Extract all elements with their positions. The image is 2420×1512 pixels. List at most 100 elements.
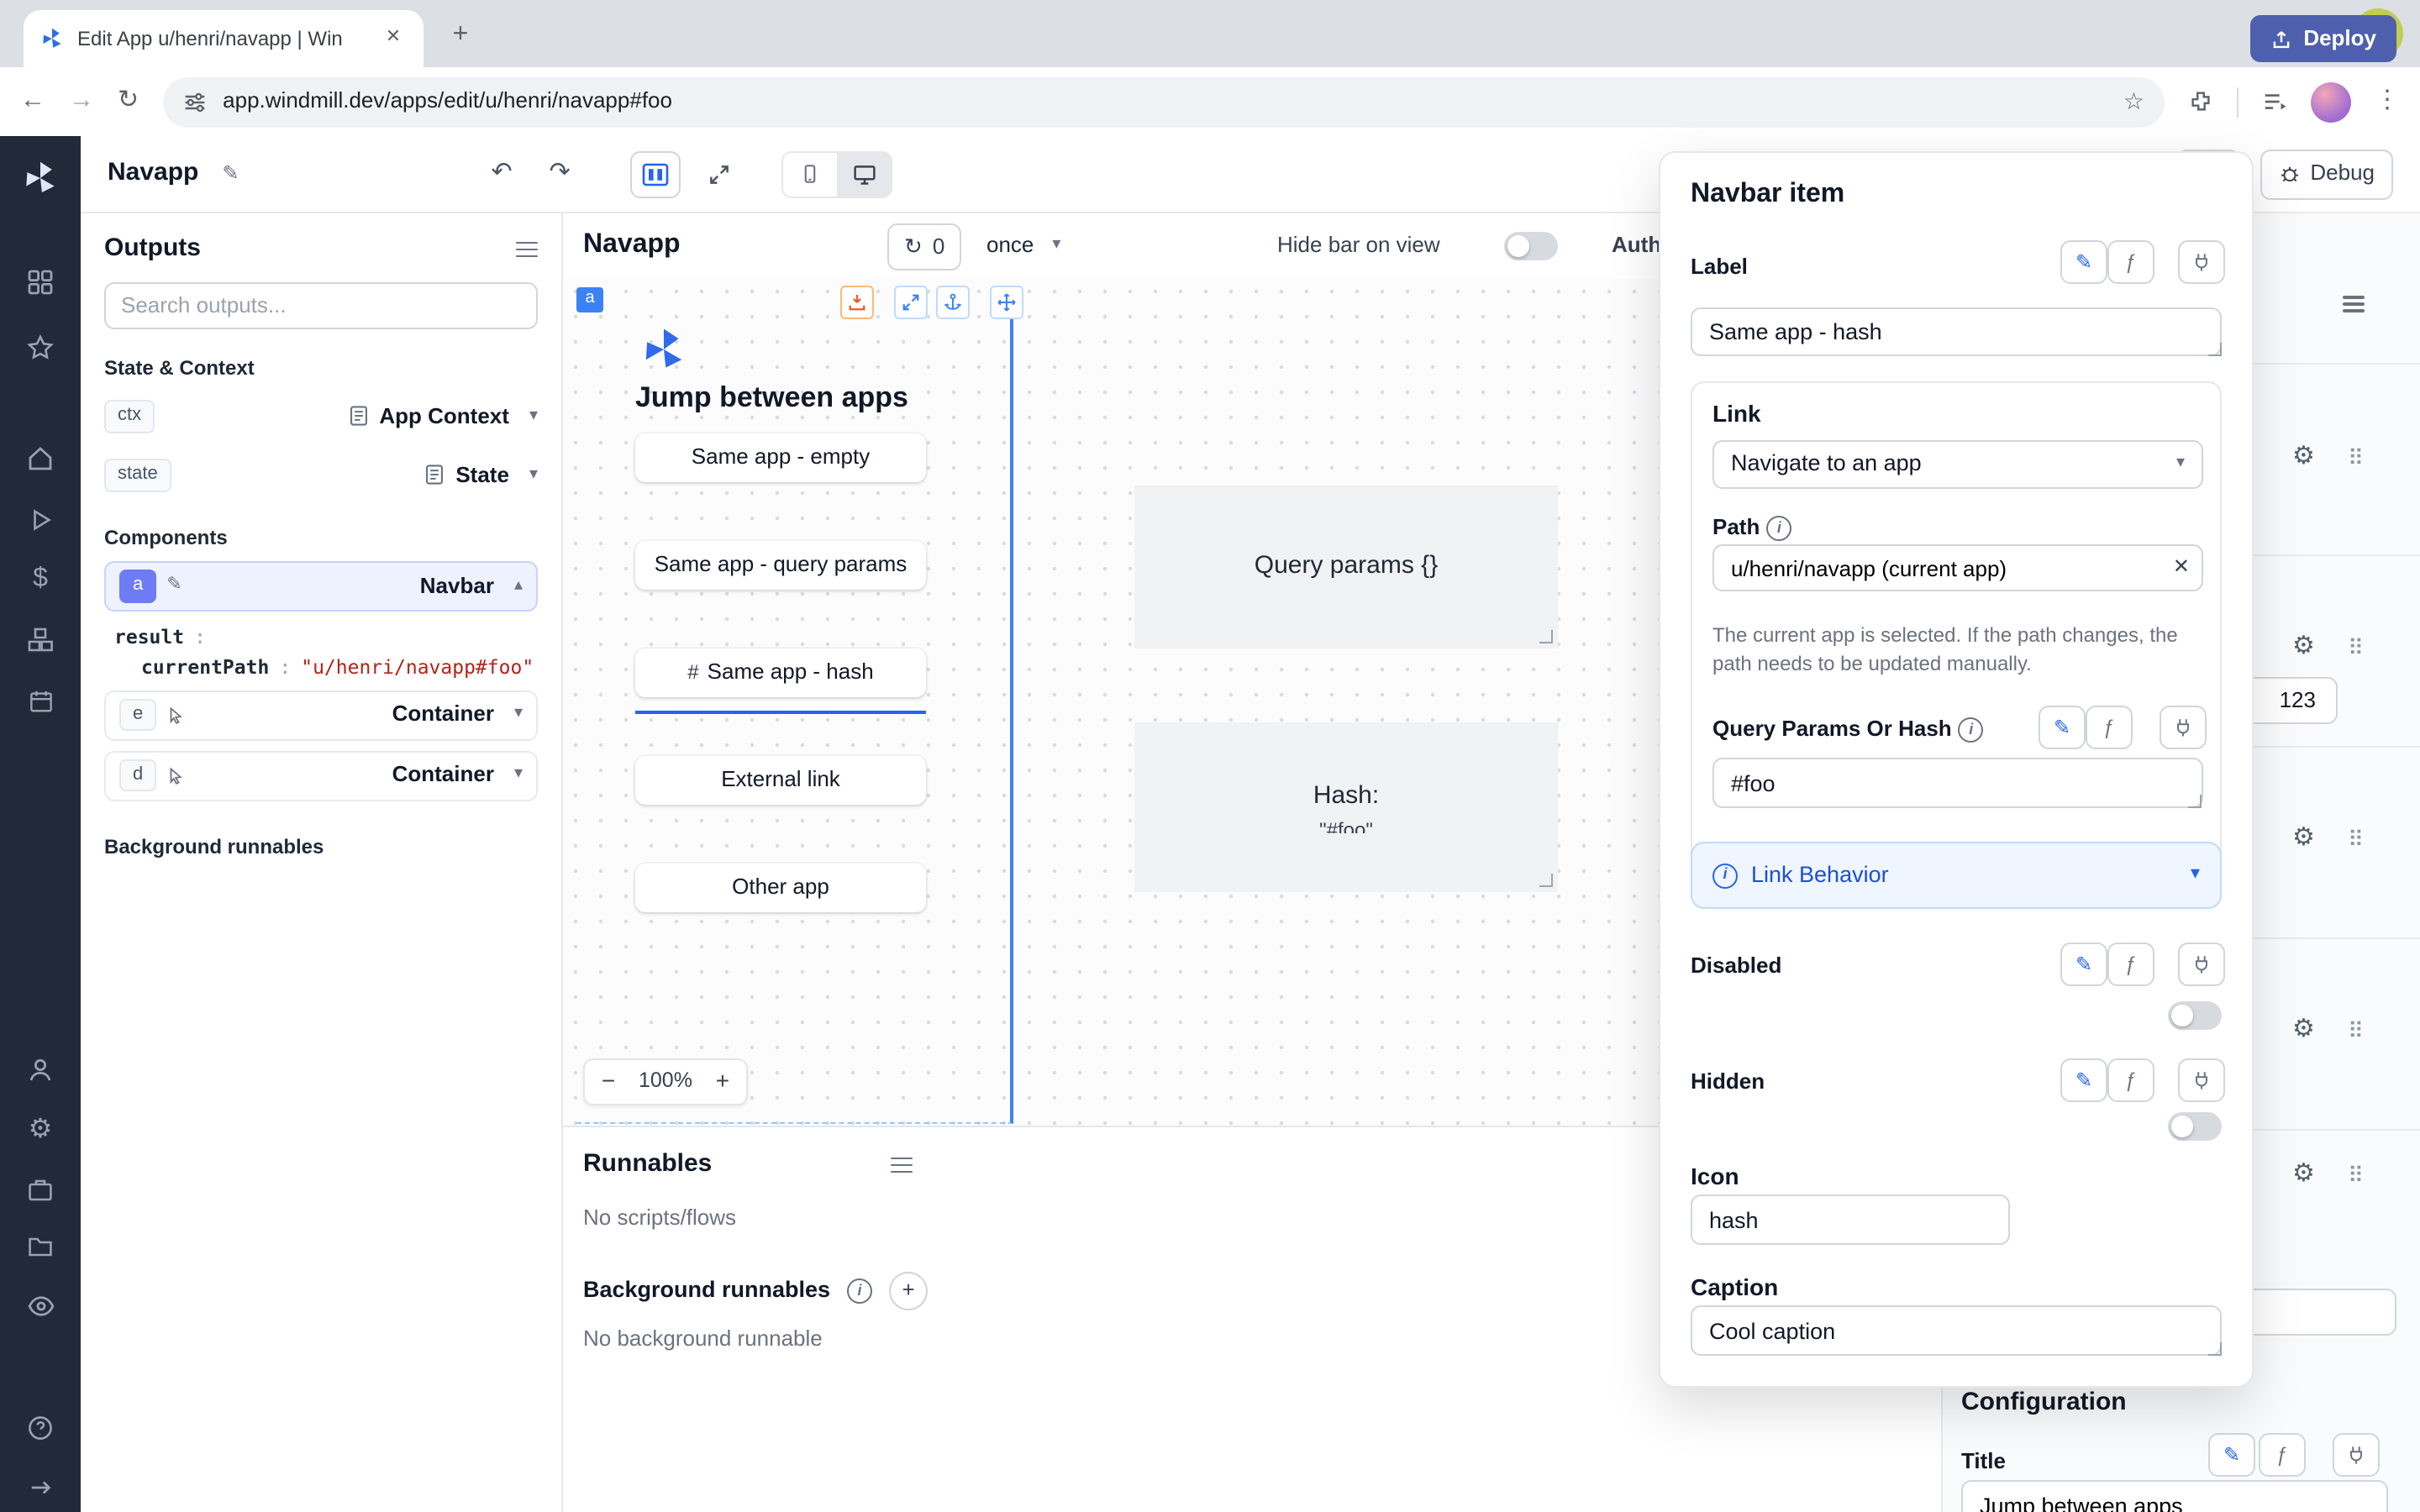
query-params-box[interactable]: Query params {} xyxy=(1134,486,1558,648)
folders-icon[interactable] xyxy=(0,1225,81,1268)
nav-button-same-app-hash[interactable]: # Same app - hash xyxy=(635,648,926,697)
windmill-logo[interactable] xyxy=(22,160,59,197)
help-icon[interactable] xyxy=(0,1406,81,1450)
chevron-down-icon[interactable]: ▾ xyxy=(529,406,538,427)
tab-close-icon[interactable]: ✕ xyxy=(380,25,407,52)
gear-icon[interactable]: ⚙ xyxy=(2292,632,2315,664)
hide-bar-toggle[interactable] xyxy=(1504,232,1558,260)
info-icon[interactable]: i xyxy=(847,1278,872,1304)
profile-avatar[interactable] xyxy=(2311,81,2351,122)
back-icon[interactable]: ← xyxy=(20,86,45,118)
insert-component-icon[interactable] xyxy=(840,286,874,319)
nav-button-query-params[interactable]: Same app - query params xyxy=(635,541,926,590)
function-mode-button[interactable]: ƒ xyxy=(2107,942,2154,986)
variables-dollar-icon[interactable]: $ xyxy=(0,558,81,601)
chevron-down-icon[interactable]: ▾ xyxy=(514,765,523,786)
reload-icon[interactable]: ↻ xyxy=(118,86,139,118)
extensions-icon[interactable] xyxy=(2188,89,2213,114)
component-row-container-d[interactable]: d Container ▾ xyxy=(104,750,538,801)
browser-menu-icon[interactable]: ⋮ xyxy=(2375,86,2400,118)
undo-icon[interactable]: ↶ xyxy=(492,158,513,190)
disabled-toggle[interactable] xyxy=(2168,1001,2222,1030)
pencil-mode-button[interactable]: ✎ xyxy=(2060,240,2107,284)
debug-button[interactable]: Debug xyxy=(2260,149,2393,199)
pencil-mode-button[interactable]: ✎ xyxy=(2039,706,2086,749)
search-outputs-input[interactable] xyxy=(104,282,538,329)
gear-icon[interactable]: ⚙ xyxy=(2292,1015,2315,1047)
runs-play-icon[interactable] xyxy=(0,497,81,541)
settings-gear-icon[interactable]: ⚙ xyxy=(0,1109,81,1152)
gear-icon[interactable]: ⚙ xyxy=(2292,1159,2315,1191)
apps-grid-icon[interactable] xyxy=(0,260,81,304)
workers-briefcase-icon[interactable] xyxy=(0,1168,81,1211)
function-mode-button[interactable]: ƒ xyxy=(2086,706,2133,749)
nav-button-external-link[interactable]: External link xyxy=(635,756,926,805)
media-queue-icon[interactable] xyxy=(2262,89,2287,114)
layout-columns-button[interactable] xyxy=(631,150,681,197)
gear-icon[interactable]: ⚙ xyxy=(2292,823,2315,855)
nav-button-other-app[interactable]: Other app xyxy=(635,864,926,912)
pencil-mode-button[interactable]: ✎ xyxy=(2208,1433,2255,1477)
gear-icon[interactable]: ⚙ xyxy=(2292,442,2315,474)
component-row-navbar[interactable]: a ✎ Navbar ▴ xyxy=(104,561,538,612)
move-component-icon[interactable] xyxy=(990,286,1023,319)
refresh-counter[interactable]: ↻ 0 xyxy=(887,223,961,270)
expand-component-icon[interactable] xyxy=(894,286,928,319)
ctx-row[interactable]: ctx App Context ▾ xyxy=(104,393,538,440)
hidden-toggle[interactable] xyxy=(2168,1112,2222,1141)
anchor-component-icon[interactable] xyxy=(936,286,970,319)
pencil-icon[interactable]: ✎ xyxy=(166,575,182,598)
chevron-down-icon[interactable]: ▾ xyxy=(514,705,523,726)
rename-pencil-icon[interactable]: ✎ xyxy=(222,161,239,186)
favorites-star-icon[interactable] xyxy=(0,326,81,370)
icon-input[interactable] xyxy=(1691,1194,2010,1245)
pencil-mode-button[interactable]: ✎ xyxy=(2060,942,2107,986)
query-params-or-hash-input[interactable] xyxy=(1712,758,2203,808)
add-background-runnable-button[interactable]: + xyxy=(889,1272,928,1310)
redo-icon[interactable]: ↷ xyxy=(550,158,571,190)
browser-tab[interactable]: Edit App u/henri/navapp | Win ✕ xyxy=(24,10,424,67)
pencil-mode-button[interactable]: ✎ xyxy=(2060,1058,2107,1102)
resize-corner[interactable] xyxy=(2208,1342,2222,1356)
bookmark-star-icon[interactable]: ☆ xyxy=(2123,87,2144,117)
hash-box[interactable]: Hash: "#foo" xyxy=(1134,722,1558,892)
info-icon[interactable]: i xyxy=(1766,515,1791,540)
address-bar[interactable]: app.windmill.dev/apps/edit/u/henri/navap… xyxy=(162,76,2165,127)
info-icon[interactable]: i xyxy=(1959,717,1984,742)
label-input[interactable] xyxy=(1691,307,2222,356)
user-icon[interactable] xyxy=(0,1048,81,1092)
function-mode-button[interactable]: ƒ xyxy=(2107,1058,2154,1102)
mobile-view-button[interactable] xyxy=(784,152,838,196)
function-mode-button[interactable]: ƒ xyxy=(2107,240,2154,284)
collapse-arrow-icon[interactable] xyxy=(0,1465,81,1509)
connect-plug-button[interactable] xyxy=(2178,942,2225,986)
drag-handle-icon[interactable]: ⠿ xyxy=(2348,1163,2365,1190)
drag-handle-icon[interactable]: ⠿ xyxy=(2348,827,2365,854)
drag-handle-icon[interactable]: ⠿ xyxy=(2348,635,2365,663)
zoom-out-button[interactable]: − xyxy=(585,1060,632,1104)
list-icon[interactable] xyxy=(891,1157,913,1173)
home-icon[interactable] xyxy=(0,437,81,480)
list-icon[interactable] xyxy=(516,241,538,257)
path-input[interactable] xyxy=(1712,544,2203,591)
title-input[interactable] xyxy=(1961,1480,2388,1512)
chevron-down-icon[interactable]: ▾ xyxy=(529,465,538,486)
list-icon[interactable] xyxy=(2343,296,2365,312)
drag-handle-icon[interactable]: ⠿ xyxy=(2348,1018,2365,1046)
schedules-calendar-icon[interactable] xyxy=(0,679,81,722)
forward-icon[interactable]: → xyxy=(69,86,94,118)
connect-plug-button[interactable] xyxy=(2160,706,2207,749)
resize-corner[interactable] xyxy=(2208,343,2222,356)
function-mode-button[interactable]: ƒ xyxy=(2259,1433,2306,1477)
connect-plug-button[interactable] xyxy=(2178,1058,2225,1102)
drag-handle-icon[interactable]: ⠿ xyxy=(2348,445,2365,473)
audit-eye-icon[interactable] xyxy=(0,1284,81,1327)
chevron-up-icon[interactable]: ▴ xyxy=(514,575,523,596)
desktop-view-button[interactable] xyxy=(838,152,892,196)
zoom-in-button[interactable]: + xyxy=(699,1060,746,1104)
deploy-button[interactable]: Deploy xyxy=(2249,15,2396,62)
link-type-select[interactable]: Navigate to an app ▾ xyxy=(1712,440,2203,489)
new-tab-button[interactable]: + xyxy=(440,15,481,55)
connect-plug-button[interactable] xyxy=(2178,240,2225,284)
caption-input[interactable] xyxy=(1691,1305,2222,1356)
